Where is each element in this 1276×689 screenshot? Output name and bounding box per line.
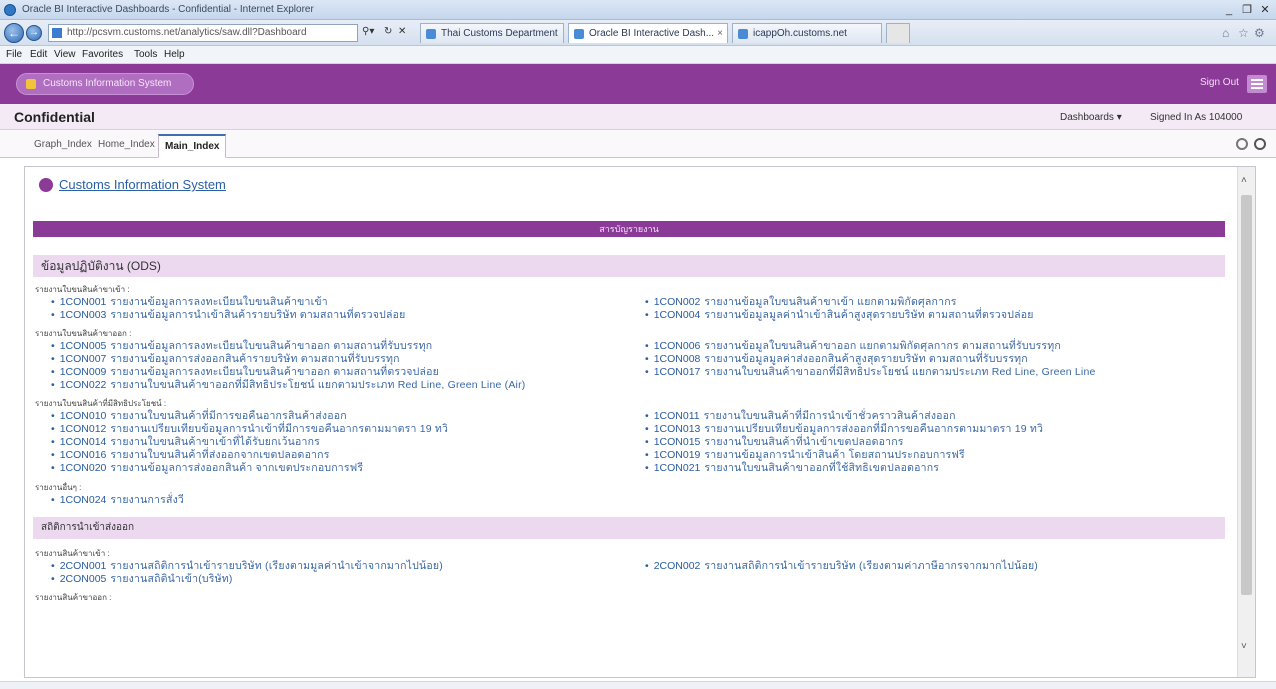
browser-menu-bar: File Edit View Favorites Tools Help (0, 46, 1276, 64)
menu-tools[interactable]: Tools (134, 49, 157, 60)
main-section-bar: สารบัญรายงาน (33, 221, 1225, 237)
menu-help[interactable]: Help (164, 49, 185, 60)
browser-tab-icapp[interactable]: icappOh.customs.net (732, 23, 882, 43)
menu-favorites[interactable]: Favorites (82, 49, 123, 60)
browser-nav-row: ← → http://pcsvm.customs.net/analytics/s… (0, 20, 1276, 46)
page-options-icon[interactable] (1254, 138, 1266, 150)
report-link-1con024[interactable]: 1CON024รายงานการสั่งวี (51, 491, 631, 508)
window-title-bar: Oracle BI Interactive Dashboards - Confi… (0, 0, 1276, 20)
system-button-label: Customs Information System (43, 78, 172, 89)
report-link-1con004[interactable]: 1CON004รายงานข้อมูลมูลค่านำเข้าสินค้าสูง… (645, 306, 1225, 323)
stop-icon[interactable]: ✕ (398, 26, 406, 37)
report-link-1con021[interactable]: 1CON021รายงานใบขนสินค้าขาออกที่ใช้สิทธิเ… (645, 459, 1225, 476)
report-link-2con005[interactable]: 2CON005รายงานสถิตินำเข้า(บริษัท) (51, 570, 631, 587)
report-link-1con022[interactable]: 1CON022รายงานใบขนสินค้าขาออกที่มีสิทธิปร… (51, 376, 631, 393)
search-dropdown-icon[interactable]: ⚲▾ (362, 26, 374, 37)
page-title: Confidential (14, 109, 95, 125)
window-title: Oracle BI Interactive Dashboards - Confi… (22, 4, 314, 15)
refresh-icon[interactable]: ↻ (384, 26, 392, 37)
ie-logo-icon (4, 4, 16, 16)
system-home-button[interactable]: Customs Information System (16, 73, 194, 95)
tab-home-index[interactable]: Home_Index (92, 134, 161, 158)
report-link-1con020[interactable]: 1CON020รายงานข้อมูลการส่งออกสินค้า จากเข… (51, 459, 631, 476)
app-header: Customs Information System Sign Out (0, 64, 1276, 104)
browser-tab-oracle-bi[interactable]: Oracle BI Interactive Dash... × (568, 23, 728, 43)
tab-graph-index[interactable]: Graph_Index (28, 134, 98, 158)
close-button[interactable]: ✕ (1258, 4, 1272, 16)
browser-status-bar (0, 681, 1276, 689)
scrollbar-thumb[interactable] (1241, 195, 1252, 595)
group-label: รายงานสินค้าขาออก : (35, 593, 112, 602)
tab-favicon-icon (574, 29, 584, 39)
scroll-up-icon[interactable]: ˄ (1241, 175, 1247, 186)
lock-icon (26, 79, 36, 89)
minimize-button[interactable]: _ (1222, 4, 1236, 16)
signed-in-user[interactable]: Signed In As 104000 (1150, 112, 1242, 123)
content-scroll-area[interactable]: Customs Information System สารบัญรายงาน … (25, 167, 1235, 677)
tab-main-index[interactable]: Main_Index (158, 134, 227, 158)
cis-title-text: Customs Information System (59, 177, 226, 192)
forward-arrow-icon[interactable]: → (26, 25, 42, 41)
page-favicon-icon (52, 28, 62, 38)
menu-file[interactable]: File (6, 49, 22, 60)
content-panel: Customs Information System สารบัญรายงาน … (24, 166, 1256, 678)
new-tab-button[interactable] (886, 23, 910, 43)
section-header-statistics: สถิติการนำเข้าส่งออก (33, 517, 1225, 539)
tab-favicon-icon (426, 29, 436, 39)
dashboard-page-tabs: Graph_Index Home_Index Main_Index (0, 130, 1276, 158)
dashboards-menu[interactable]: Dashboards ▾ (1060, 112, 1122, 123)
menu-view[interactable]: View (54, 49, 76, 60)
back-arrow-icon[interactable]: ← (4, 23, 24, 43)
scroll-down-icon[interactable]: ˅ (1241, 641, 1247, 652)
browser-tab-thai-customs[interactable]: Thai Customs Department (420, 23, 564, 43)
maximize-button[interactable]: ❐ (1240, 4, 1254, 16)
sign-out-link[interactable]: Sign Out (1200, 77, 1239, 88)
app-logo-icon (39, 178, 53, 192)
report-link-2con002[interactable]: 2CON002รายงานสถิติการนำเข้ารายบริษัท (เร… (645, 557, 1225, 574)
tab-label: icappOh.customs.net (753, 28, 847, 39)
report-link-1con017[interactable]: 1CON017รายงานใบขนสินค้าขาออกที่มีสิทธิปร… (645, 363, 1225, 380)
refresh-page-icon[interactable] (1236, 138, 1248, 150)
tab-favicon-icon (738, 29, 748, 39)
dashboard-title-bar: Confidential Dashboards ▾ Signed In As 1… (0, 104, 1276, 130)
settings-gear-icon[interactable]: ⚙ (1254, 26, 1265, 40)
tab-label: Thai Customs Department (441, 28, 558, 39)
hamburger-menu-icon[interactable] (1247, 75, 1267, 93)
content-scrollbar[interactable]: ˄ ˅ (1237, 167, 1255, 677)
address-text: http://pcsvm.customs.net/analytics/saw.d… (67, 27, 307, 38)
address-bar[interactable]: http://pcsvm.customs.net/analytics/saw.d… (48, 24, 358, 42)
home-icon[interactable]: ⌂ (1222, 26, 1229, 40)
close-tab-icon[interactable]: × (717, 24, 723, 43)
section-header-ods: ข้อมูลปฏิบัติงาน (ODS) (33, 255, 1225, 277)
cis-title-link[interactable]: Customs Information System (39, 177, 226, 192)
tab-label: Oracle BI Interactive Dash... (589, 28, 715, 39)
favorites-star-icon[interactable]: ☆ (1238, 26, 1249, 40)
report-link-1con003[interactable]: 1CON003รายงานข้อมูลการนำเข้าสินค้ารายบริ… (51, 306, 631, 323)
menu-edit[interactable]: Edit (30, 49, 47, 60)
